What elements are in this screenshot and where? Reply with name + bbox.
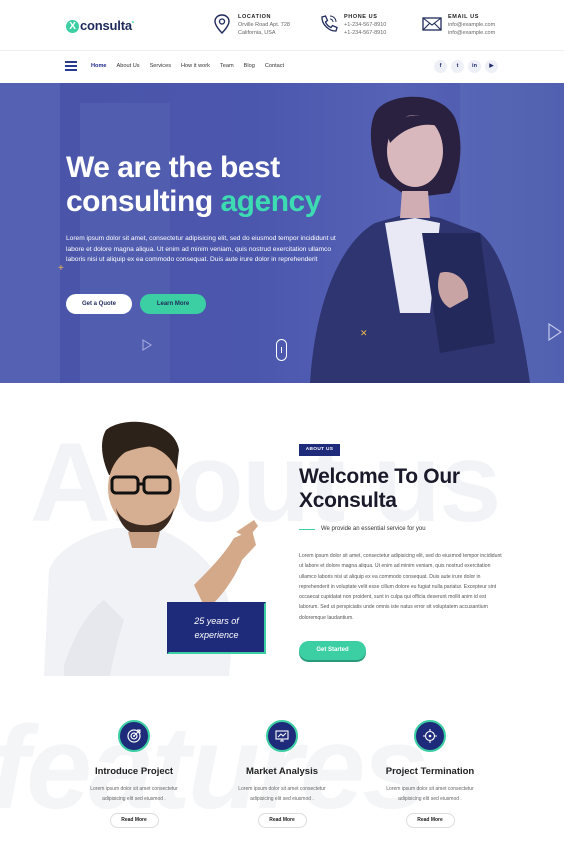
about-subtitle: We provide an essential service for you (321, 526, 426, 532)
phone-line2[interactable]: +1-234-567-8910 (344, 29, 386, 37)
feature-title: Introduce Project (94, 766, 174, 777)
envelope-icon (422, 17, 442, 31)
about-title-line1: Welcome To Our (299, 465, 460, 488)
logo[interactable]: Xconsulta• (66, 18, 134, 33)
nav-item-contact[interactable]: Contact (265, 63, 284, 69)
read-more-button[interactable]: Read More (109, 813, 159, 828)
hero-title: We are the best consulting agency (66, 151, 321, 219)
hero-title-accent: agency (220, 185, 322, 218)
about-accent-line (299, 529, 315, 530)
get-quote-button[interactable]: Get a Quote (66, 294, 132, 314)
about-title-line2: Xconsulta (299, 489, 397, 512)
location-line1: Orville Road Apt. 728 (238, 22, 290, 28)
logo-dot: • (131, 20, 134, 26)
scroll-down-icon[interactable] (276, 339, 287, 361)
feature-text-line1: Lorem ipsum dolor sit amet consectetur (90, 786, 178, 792)
linkedin-icon[interactable]: in (468, 60, 481, 73)
feature-card: Introduce Project Lorem ipsum dolor sit … (59, 720, 209, 828)
target-icon (118, 720, 150, 752)
experience-line2: experience (194, 630, 239, 640)
youtube-icon[interactable]: ▶ (485, 60, 498, 73)
hero-woman-image (310, 96, 530, 383)
hero-description: Lorem ipsum dolor sit amet, consectetur … (66, 235, 336, 263)
x-decoration-icon: ✕ (360, 328, 368, 338)
feature-text: Lorem ipsum dolor sit amet consectetur a… (355, 784, 505, 804)
slider-prev-icon[interactable] (142, 339, 152, 351)
plus-decoration-icon: + (58, 263, 64, 274)
hero-title-line1: We are the best (66, 151, 280, 184)
feature-title: Market Analysis (246, 766, 318, 777)
feature-card: Project Termination Lorem ipsum dolor si… (355, 720, 505, 828)
phone-label: PHONE US (344, 14, 378, 20)
experience-line1: 25 years of (194, 616, 239, 626)
contact-location: LOCATION Orville Road Apt. 728 Californi… (212, 13, 290, 37)
feature-text-line1: Lorem ipsum dolor sit amet consectetur (386, 786, 474, 792)
top-bar: Xconsulta• LOCATION Orville Road Apt. 72… (0, 0, 564, 50)
location-label: LOCATION (238, 14, 272, 20)
logo-mark: X (66, 20, 79, 33)
contact-email: EMAIL US info@example.com info@example.c… (422, 13, 495, 37)
nav-item-about[interactable]: About Us (117, 63, 140, 69)
feature-text-line2: adipisicing elit sed eiusmod . (398, 796, 462, 802)
main-nav: Home About Us Services How it work Team … (0, 51, 564, 83)
email-label: EMAIL US (448, 14, 479, 20)
chart-monitor-icon (266, 720, 298, 752)
hamburger-menu-icon[interactable] (65, 61, 77, 71)
facebook-icon[interactable]: f (434, 60, 447, 73)
experience-badge: 25 years of experience (167, 602, 266, 654)
feature-text-line1: Lorem ipsum dolor sit amet consectetur (238, 786, 326, 792)
feature-title: Project Termination (385, 766, 475, 777)
slider-next-icon[interactable] (548, 323, 562, 341)
learn-more-button[interactable]: Learn More (140, 294, 206, 314)
nav-item-how-it-work[interactable]: How it work (181, 63, 210, 69)
phone-line1[interactable]: +1-234-567-8910 (344, 21, 386, 29)
contact-phone: PHONE US +1-234-567-8910 +1-234-567-8910 (318, 13, 386, 37)
logo-text: consulta (80, 18, 132, 33)
read-more-button[interactable]: Read More (257, 813, 307, 828)
about-body: Lorem ipsum dolor sit amet, consectetur … (299, 553, 502, 621)
get-started-button[interactable]: Get Started (299, 641, 366, 660)
feature-card: Market Analysis Lorem ipsum dolor sit am… (207, 720, 357, 828)
twitter-icon[interactable]: t (451, 60, 464, 73)
hero-title-line2a: consulting (66, 185, 213, 218)
about-badge: ABOUT US (299, 444, 340, 456)
location-pin-icon (214, 14, 230, 34)
about-title: Welcome To Our Xconsulta (299, 465, 460, 513)
hero-building-left (0, 83, 60, 383)
nav-item-blog[interactable]: Blog (244, 63, 255, 69)
nav-item-team[interactable]: Team (220, 63, 234, 69)
nav-item-services[interactable]: Services (150, 63, 171, 69)
feature-text-line2: adipisicing elit sed eiusmod . (250, 796, 314, 802)
feature-text: Lorem ipsum dolor sit amet consectetur a… (59, 784, 209, 804)
hero-section: We are the best consulting agency Lorem … (0, 83, 564, 383)
email-line2[interactable]: info@example.com (448, 29, 495, 37)
nav-menu: Home About Us Services How it work Team … (91, 63, 284, 69)
email-line1[interactable]: info@example.com (448, 21, 495, 29)
feature-text-line2: adipisicing elit sed eiusmod . (102, 796, 166, 802)
phone-icon (321, 15, 338, 32)
read-more-button[interactable]: Read More (405, 813, 455, 828)
crosshair-icon (414, 720, 446, 752)
social-links: f t in ▶ (434, 60, 498, 73)
nav-item-home[interactable]: Home (91, 63, 107, 69)
location-line2: California, USA (238, 30, 276, 36)
feature-text: Lorem ipsum dolor sit amet consectetur a… (207, 784, 357, 804)
